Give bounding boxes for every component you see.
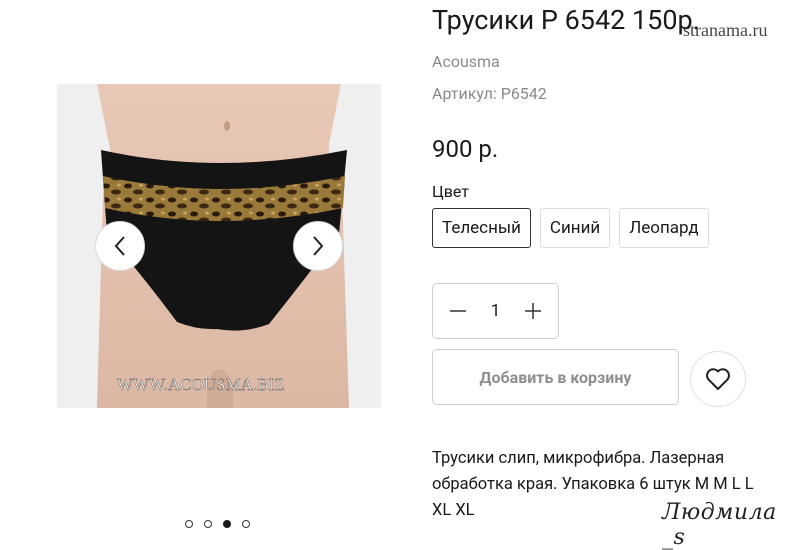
gallery-dot[interactable] xyxy=(204,520,212,528)
quantity-decrease-button[interactable] xyxy=(447,300,469,322)
chevron-left-icon xyxy=(114,236,125,256)
product-title: Трусики Р 6542 150р. xyxy=(432,4,700,36)
add-to-cart-button[interactable]: Добавить в корзину xyxy=(432,349,679,405)
color-option-leopard[interactable]: Леопард xyxy=(619,208,709,248)
gallery-prev-button[interactable] xyxy=(95,221,145,271)
gallery-dot[interactable] xyxy=(242,520,250,528)
gallery-pagination xyxy=(185,520,250,528)
site-watermark: stranama.ru xyxy=(683,20,768,40)
quantity-stepper: 1 xyxy=(432,283,559,339)
gallery-dot-active[interactable] xyxy=(223,520,231,528)
product-price: 900 р. xyxy=(432,135,499,163)
wishlist-button[interactable] xyxy=(690,351,746,407)
quantity-increase-button[interactable] xyxy=(522,300,544,322)
image-watermark: WWW.ACOUSMA.BIZ xyxy=(117,375,284,394)
product-brand[interactable]: Acousma xyxy=(432,52,500,71)
minus-icon xyxy=(450,310,466,312)
gallery-next-button[interactable] xyxy=(293,221,343,271)
signature-watermark: Людмила _s xyxy=(662,500,777,550)
heart-icon xyxy=(706,368,730,390)
product-sku: Артикул: P6542 xyxy=(432,84,547,103)
chevron-right-icon xyxy=(313,236,324,256)
quantity-value[interactable]: 1 xyxy=(491,301,501,321)
color-label: Цвет xyxy=(432,182,469,201)
color-option-siniy[interactable]: Синий xyxy=(539,208,611,248)
color-option-telesny[interactable]: Телесный xyxy=(432,208,531,248)
color-options: Телесный Синий Леопард xyxy=(432,208,709,248)
plus-icon xyxy=(525,303,541,319)
gallery-dot[interactable] xyxy=(185,520,193,528)
